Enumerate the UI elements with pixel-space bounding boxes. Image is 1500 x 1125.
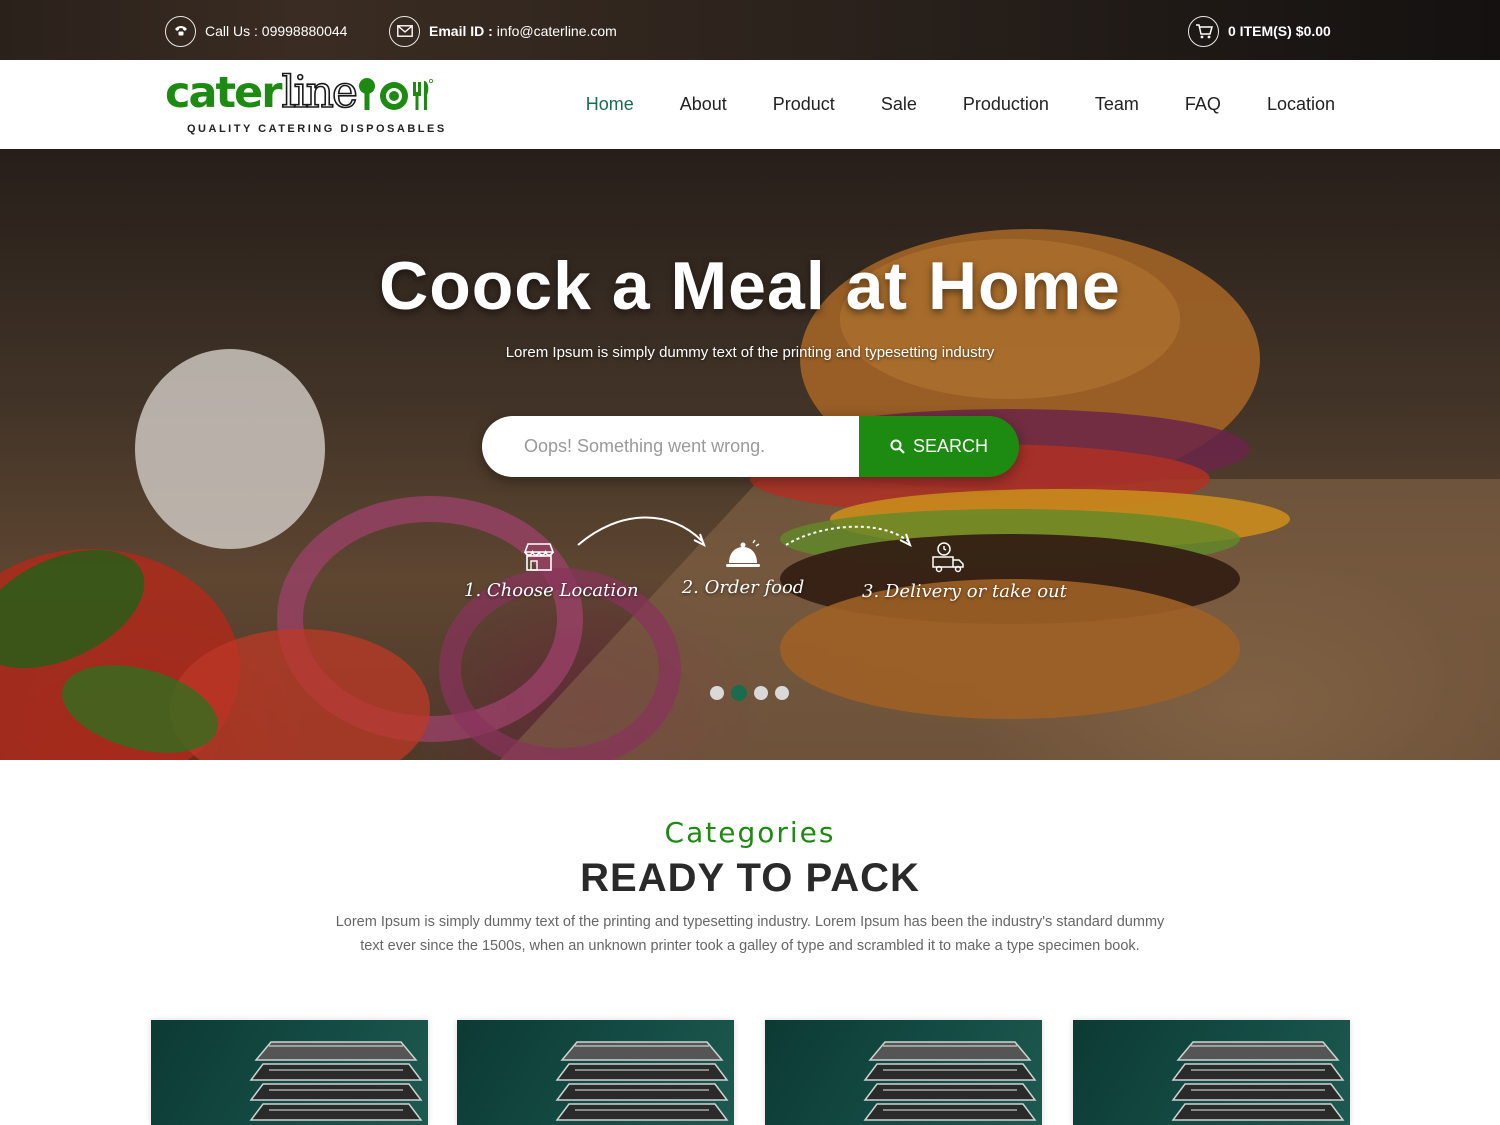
step-order-food: 2. Order food <box>680 539 806 598</box>
delivery-truck-icon <box>932 542 964 573</box>
step-3-label: 3. Delivery or take out <box>862 581 1067 602</box>
slider-dot-2[interactable] <box>731 685 747 701</box>
cart-total: $0.00 <box>1295 23 1331 39</box>
nav-team[interactable]: Team <box>1095 94 1139 115</box>
food-container-image <box>863 1041 1037 1121</box>
nav-home[interactable]: Home <box>586 94 634 115</box>
food-container-image <box>249 1041 423 1121</box>
step-2-label: 2. Order food <box>681 577 805 598</box>
slider-dot-1[interactable] <box>710 686 724 700</box>
slider-dot-3[interactable] <box>754 686 768 700</box>
categories-description: Lorem Ipsum is simply dummy text of the … <box>335 914 1165 954</box>
phone-icon <box>165 15 196 47</box>
nav-about[interactable]: About <box>680 94 727 115</box>
step-1-label: 1. Choose Location <box>464 580 639 601</box>
cloche-icon <box>726 539 760 567</box>
email-contact[interactable]: Email ID : info@caterline.com <box>389 15 617 47</box>
categories-title: READY TO PACK <box>580 856 920 900</box>
category-card[interactable] <box>151 1020 428 1125</box>
nav-location[interactable]: Location <box>1267 94 1335 115</box>
step-delivery: 3. Delivery or take out <box>862 541 1067 602</box>
call-us[interactable]: Call Us : 09998880044 <box>165 15 347 47</box>
nav-production[interactable]: Production <box>963 94 1049 115</box>
storefront-icon <box>523 543 555 571</box>
email-label: Email ID : <box>429 23 493 39</box>
category-card[interactable] <box>1073 1020 1350 1125</box>
category-card[interactable] <box>457 1020 734 1125</box>
call-us-text: Call Us : 09998880044 <box>205 23 348 39</box>
slider-dots <box>710 685 796 701</box>
cart-icon <box>1188 15 1219 47</box>
envelope-icon <box>389 15 420 47</box>
nav-sale[interactable]: Sale <box>881 94 917 115</box>
food-container-image <box>555 1041 729 1121</box>
nav-faq[interactable]: FAQ <box>1185 94 1221 115</box>
top-bar: Call Us : 09998880044 Email ID : info@ca… <box>0 0 1500 60</box>
cutlery-icon <box>358 78 433 110</box>
step-arrows <box>577 516 912 548</box>
logo-text-line: line <box>281 67 359 118</box>
email-value: info@caterline.com <box>496 23 617 39</box>
category-card[interactable] <box>765 1020 1042 1125</box>
nav-product[interactable]: Product <box>773 94 835 115</box>
cart-items: 0 ITEM(S) <box>1228 23 1292 39</box>
slider-dot-4[interactable] <box>775 686 789 700</box>
step-choose-location: 1. Choose Location <box>464 542 639 601</box>
cart-summary[interactable]: 0 ITEM(S) $0.00 <box>1188 15 1331 47</box>
categories-eyebrow: Categories <box>664 816 836 849</box>
logo-text-cater: cater <box>165 68 282 118</box>
logo[interactable]: cater line QUALITY CATERING DISPOSABLES <box>165 67 465 137</box>
food-container-image <box>1171 1041 1345 1121</box>
main-nav: Home About Product Sale Production Team … <box>540 60 1335 149</box>
hero-banner: Coock a Meal at Home Lorem Ipsum is simp… <box>0 149 1500 760</box>
site-header: cater line QUALITY CATERING DISPOSABLES … <box>0 60 1500 149</box>
logo-tagline: QUALITY CATERING DISPOSABLES <box>187 123 447 135</box>
